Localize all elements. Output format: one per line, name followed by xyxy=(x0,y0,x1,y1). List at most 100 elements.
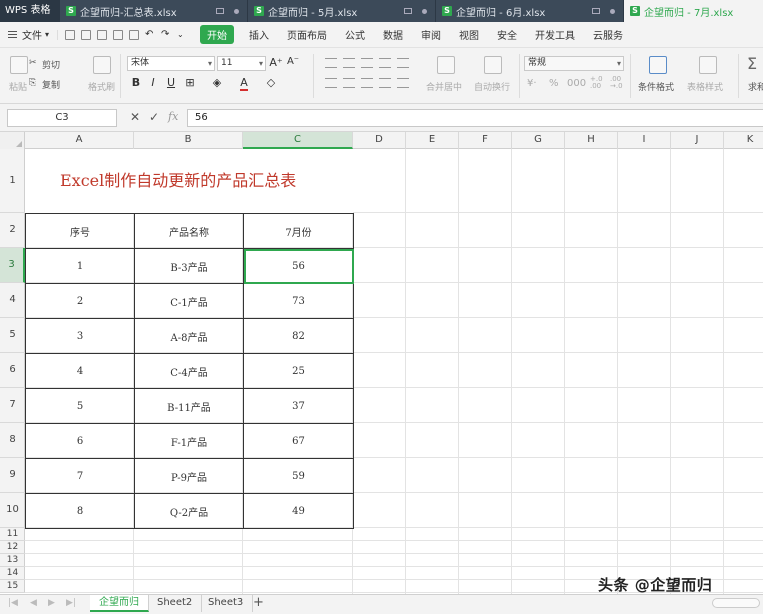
decrease-decimal-icon[interactable]: .00 →.0 xyxy=(610,76,623,90)
menu-start[interactable]: 开始 xyxy=(200,25,235,44)
merge-center-icon[interactable] xyxy=(437,56,455,74)
row-header-15[interactable]: 15 xyxy=(0,580,25,593)
wrap-text-button[interactable]: 自动换行 xyxy=(474,80,510,93)
sheet-tab-sheet3[interactable]: Sheet3 xyxy=(199,595,254,612)
table-cell[interactable]: 4 xyxy=(25,353,135,389)
table-header-cell[interactable]: 产品名称 xyxy=(134,213,244,249)
table-cell[interactable]: C-1产品 xyxy=(134,283,244,319)
table-cell[interactable]: 59 xyxy=(243,458,354,494)
table-cell[interactable]: 37 xyxy=(243,388,354,424)
row-header-3[interactable]: 3 xyxy=(0,248,25,283)
column-header-i[interactable]: I xyxy=(618,132,671,149)
table-cell[interactable]: P-9产品 xyxy=(134,458,244,494)
insert-function-icon[interactable]: fx xyxy=(168,110,178,123)
column-header-h[interactable]: H xyxy=(565,132,618,149)
cut-button[interactable]: 剪切 xyxy=(42,58,60,71)
row-header-8[interactable]: 8 xyxy=(0,423,25,458)
sheet-tab-sheet2[interactable]: Sheet2 xyxy=(148,595,203,612)
column-header-d[interactable]: D xyxy=(353,132,406,149)
save-icon[interactable] xyxy=(81,29,92,40)
row-header-6[interactable]: 6 xyxy=(0,353,25,388)
table-cell[interactable]: 49 xyxy=(243,493,354,529)
sheet-tab-main[interactable]: 企望而归 xyxy=(90,595,149,612)
wrap-text-icon[interactable] xyxy=(484,56,502,74)
sheet-title-cell[interactable]: Excel制作自动更新的产品汇总表 xyxy=(25,149,353,213)
thousands-icon[interactable]: 000 xyxy=(567,78,586,89)
increase-decimal-icon[interactable]: +.0.00 xyxy=(590,76,603,90)
doc-tab-may[interactable]: S 企望而归 - 5月.xlsx xyxy=(248,0,436,22)
doc-tab-july[interactable]: S 企望而归 - 7月.xlsx xyxy=(624,0,763,22)
align-top-icon[interactable] xyxy=(325,58,337,68)
column-header-g[interactable]: G xyxy=(512,132,565,149)
row-header-7[interactable]: 7 xyxy=(0,388,25,423)
menu-review[interactable]: 审阅 xyxy=(412,27,450,42)
align-middle-icon[interactable] xyxy=(343,58,355,68)
percent-icon[interactable]: % xyxy=(549,78,559,89)
doc-tab-summary[interactable]: S 企望而归-汇总表.xlsx xyxy=(60,0,248,22)
formula-input[interactable]: 56 xyxy=(187,109,763,127)
table-cell[interactable]: 25 xyxy=(243,353,354,389)
redo-icon[interactable]: ↷ xyxy=(161,29,171,40)
align-center-icon[interactable] xyxy=(343,78,355,88)
copy-button[interactable]: 复制 xyxy=(42,78,60,91)
border-icon[interactable]: ⊞ xyxy=(183,76,197,89)
paste-icon[interactable] xyxy=(10,56,28,74)
table-cell[interactable]: 67 xyxy=(243,423,354,459)
format-painter-button[interactable]: 格式刷 xyxy=(88,80,115,93)
bold-button[interactable]: B xyxy=(129,76,143,89)
table-style-button[interactable]: 表格样式 xyxy=(687,80,723,93)
justify-icon[interactable] xyxy=(379,78,391,88)
row-header-14[interactable]: 14 xyxy=(0,567,25,580)
clear-format-icon[interactable]: ◇ xyxy=(264,76,278,89)
font-color-icon[interactable]: A xyxy=(237,76,251,91)
menu-security[interactable]: 安全 xyxy=(488,27,526,42)
indent-icon[interactable] xyxy=(397,58,409,68)
row-header-4[interactable]: 4 xyxy=(0,283,25,318)
fill-color-icon[interactable]: ◈ xyxy=(210,76,224,89)
open-folder-icon[interactable] xyxy=(65,29,76,40)
italic-button[interactable]: I xyxy=(146,76,160,89)
print-preview-icon[interactable] xyxy=(113,29,124,40)
row-header-10[interactable]: 10 xyxy=(0,493,25,528)
table-cell[interactable]: 82 xyxy=(243,318,354,354)
column-header-k[interactable]: K xyxy=(724,132,763,149)
menu-view[interactable]: 视图 xyxy=(450,27,488,42)
table-cell[interactable]: A-8产品 xyxy=(134,318,244,354)
row-header-13[interactable]: 13 xyxy=(0,554,25,567)
row-header-2[interactable]: 2 xyxy=(0,213,25,248)
column-header-f[interactable]: F xyxy=(459,132,512,149)
print-icon[interactable] xyxy=(97,29,108,40)
name-box[interactable]: C3 xyxy=(7,109,117,127)
table-cell[interactable]: B-3产品 xyxy=(134,248,244,284)
monitor-icon[interactable] xyxy=(404,8,412,14)
menu-cloud[interactable]: 云服务 xyxy=(584,27,632,42)
active-cell[interactable]: 56 xyxy=(243,248,354,284)
column-header-b[interactable]: B xyxy=(134,132,243,149)
sum-button[interactable]: 求和 xyxy=(748,80,763,93)
row-header-12[interactable]: 12 xyxy=(0,541,25,554)
increase-font-icon[interactable]: A⁺ xyxy=(269,56,283,69)
file-menu[interactable]: 文件 ▾ xyxy=(0,27,55,42)
align-right-icon[interactable] xyxy=(361,78,373,88)
table-cell[interactable]: 3 xyxy=(25,318,135,354)
undo-icon[interactable]: ↶ xyxy=(145,29,155,40)
next-sheet-icon[interactable]: ▶ xyxy=(48,598,55,608)
column-header-a[interactable]: A xyxy=(25,132,134,149)
column-header-c[interactable]: C xyxy=(243,132,353,149)
table-cell[interactable]: B-11产品 xyxy=(134,388,244,424)
table-header-cell[interactable]: 序号 xyxy=(25,213,135,249)
conditional-format-button[interactable]: 条件格式 xyxy=(638,80,674,93)
menu-page-layout[interactable]: 页面布局 xyxy=(278,27,336,42)
table-cell[interactable]: 2 xyxy=(25,283,135,319)
text-direction-icon[interactable] xyxy=(379,58,391,68)
table-cell[interactable]: C-4产品 xyxy=(134,353,244,389)
table-cell[interactable]: 8 xyxy=(25,493,135,529)
column-header-j[interactable]: J xyxy=(671,132,724,149)
distribute-icon[interactable] xyxy=(397,78,409,88)
horizontal-scrollbar[interactable] xyxy=(712,598,760,608)
format-painter-icon[interactable] xyxy=(93,56,111,74)
currency-icon[interactable]: ¥· xyxy=(527,78,537,89)
table-cell[interactable]: Q-2产品 xyxy=(134,493,244,529)
add-sheet-button[interactable]: + xyxy=(253,595,264,611)
table-cell[interactable]: 5 xyxy=(25,388,135,424)
